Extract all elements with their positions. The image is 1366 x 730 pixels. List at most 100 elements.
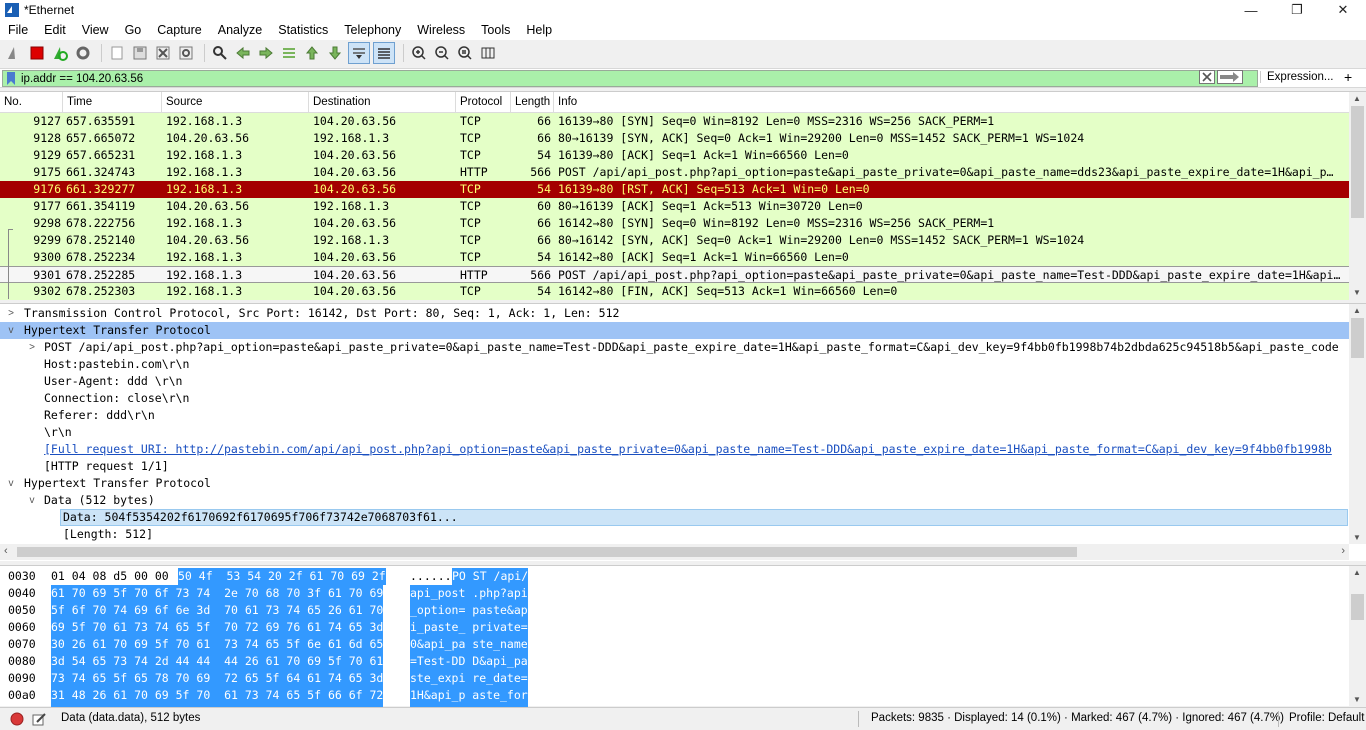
expression-button[interactable]: Expression... xyxy=(1260,71,1339,83)
go-last-icon[interactable] xyxy=(325,43,345,63)
save-file-icon[interactable] xyxy=(130,43,150,63)
tree-item-referer[interactable]: Referer: ddd\r\n xyxy=(44,407,155,424)
byte-offset[interactable]: 0070 xyxy=(8,636,36,653)
byte-offset[interactable]: 0090 xyxy=(8,670,36,687)
display-filter-input[interactable]: ip.addr == 104.20.63.56 xyxy=(2,70,1258,87)
scroll-up-icon[interactable]: ▲ xyxy=(1353,94,1361,103)
packet-row[interactable]: 9177 661.354119 104.20.63.56 192.168.1.3 TCP… xyxy=(0,198,1349,215)
chevron-right-icon[interactable]: > xyxy=(27,339,37,356)
minimize-button[interactable]: — xyxy=(1228,0,1274,20)
close-window-button[interactable]: ✕ xyxy=(1320,0,1366,20)
full-request-uri-link[interactable]: [Full request URI: http://pastebin.com/a… xyxy=(44,441,1348,458)
hex-bytes-selected[interactable]: 31 48 26 61 70 69 5f 70 61 73 74 65 5f 6… xyxy=(51,687,384,704)
bytes-scrollbar[interactable]: ▲ ▼ xyxy=(1349,566,1366,706)
ascii-bytes-selected[interactable]: =Test-DD D&api_pa xyxy=(410,653,528,670)
details-hscroll-thumb[interactable] xyxy=(17,547,1077,557)
ascii-bytes-selected[interactable]: 1H&api_p aste_for xyxy=(410,687,528,704)
shark-fin-start-icon[interactable] xyxy=(4,43,24,63)
scroll-up-icon[interactable]: ▲ xyxy=(1353,568,1361,577)
details-scroll-thumb[interactable] xyxy=(1351,318,1364,358)
hex-bytes-selected[interactable]: 73 74 65 5f 65 78 70 69 72 65 5f 64 61 7… xyxy=(51,670,384,687)
hex-bytes-selected[interactable]: 30 26 61 70 69 5f 70 61 73 74 65 5f 6e 6… xyxy=(51,636,384,653)
tree-item-tcp[interactable]: Transmission Control Protocol, Src Port:… xyxy=(24,305,619,322)
bookmark-icon[interactable] xyxy=(6,72,16,85)
scroll-left-icon[interactable]: ‹ xyxy=(4,545,8,557)
zoom-out-icon[interactable] xyxy=(432,43,452,63)
menu-capture[interactable]: Capture xyxy=(149,23,209,37)
packet-row[interactable]: 9302 678.252303 192.168.1.3 104.20.63.56 TCP… xyxy=(0,283,1349,300)
tree-item-post-request[interactable]: POST /api/api_post.php?api_option=paste&… xyxy=(44,339,1348,356)
packet-row[interactable]: 9128 657.665072 104.20.63.56 192.168.1.3 TCP… xyxy=(0,130,1349,147)
hex-bytes-selected[interactable]: 61 70 69 5f 70 6f 73 74 2e 70 68 70 3f 6… xyxy=(51,585,384,602)
tree-item-data[interactable]: Data (512 bytes) xyxy=(44,492,155,509)
packet-row[interactable]: 9298 678.222756 192.168.1.3 104.20.63.56 TCP… xyxy=(0,215,1349,232)
scroll-up-icon[interactable]: ▲ xyxy=(1353,306,1361,315)
autoscroll-icon[interactable] xyxy=(348,42,370,64)
scroll-down-icon[interactable]: ▼ xyxy=(1353,533,1361,542)
packet-row[interactable]: 9301 678.252285 192.168.1.3 104.20.63.56 HTT… xyxy=(0,266,1349,283)
byte-offset[interactable]: 0050 xyxy=(8,602,36,619)
go-first-icon[interactable] xyxy=(302,43,322,63)
byte-offset[interactable]: 0040 xyxy=(8,585,36,602)
go-forward-icon[interactable] xyxy=(256,43,276,63)
go-back-icon[interactable] xyxy=(233,43,253,63)
chevron-down-icon[interactable]: v xyxy=(27,492,37,509)
packet-list-scroll-thumb[interactable] xyxy=(1351,106,1364,218)
column-header-length[interactable]: Length xyxy=(511,92,554,112)
hex-bytes-selected[interactable]: 5f 6f 70 74 69 6f 6e 3d 70 61 73 74 65 2… xyxy=(51,602,384,619)
byte-offset[interactable]: 0030 xyxy=(8,568,36,585)
tree-item-data-value[interactable]: Data: 504f5354202f6170692f6170695f706f73… xyxy=(63,509,458,526)
packet-list-scrollbar[interactable]: ▲ ▼ xyxy=(1349,92,1366,299)
zoom-in-icon[interactable] xyxy=(409,43,429,63)
hex-bytes-selected[interactable]: 69 5f 70 61 73 74 65 5f 70 72 69 76 61 7… xyxy=(51,619,384,636)
packet-row[interactable]: 9175 661.324743 192.168.1.3 104.20.63.56 HTT… xyxy=(0,164,1349,181)
menu-view[interactable]: View xyxy=(74,23,117,37)
byte-offset[interactable]: 0080 xyxy=(8,653,36,670)
ascii-bytes-selected[interactable]: ste_expi re_date= xyxy=(410,670,528,687)
hex-bytes-selected[interactable]: 3d 54 65 73 74 2d 44 44 44 26 61 70 69 5… xyxy=(51,653,384,670)
column-header-time[interactable]: Time xyxy=(63,92,162,112)
menu-statistics[interactable]: Statistics xyxy=(270,23,336,37)
hex-bytes[interactable]: 01 04 08 d5 00 00 xyxy=(51,568,176,585)
ascii-bytes-selected[interactable]: api_post .php?api xyxy=(410,585,528,602)
details-horizontal-scrollbar[interactable]: ‹ › xyxy=(0,544,1349,560)
menu-go[interactable]: Go xyxy=(117,23,150,37)
clear-filter-icon[interactable] xyxy=(1199,70,1215,84)
hex-bytes-selected[interactable]: 50 4f 53 54 20 2f 61 70 69 2f xyxy=(178,568,386,585)
chevron-down-icon[interactable]: v xyxy=(6,475,16,492)
packet-row[interactable]: 9127 657.635591 192.168.1.3 104.20.63.56 TCP… xyxy=(0,113,1349,130)
add-filter-button[interactable]: + xyxy=(1344,69,1352,85)
maximize-button[interactable]: ❐ xyxy=(1274,0,1320,20)
chevron-right-icon[interactable]: > xyxy=(6,305,16,322)
status-profile[interactable]: Profile: Default xyxy=(1289,712,1364,724)
normal-size-icon[interactable] xyxy=(455,43,475,63)
ascii-bytes-selected[interactable]: PO ST /api/ xyxy=(452,568,529,585)
scroll-down-icon[interactable]: ▼ xyxy=(1353,288,1361,297)
open-file-icon[interactable] xyxy=(107,43,127,63)
tree-item-host[interactable]: Host:pastebin.com\r\n xyxy=(44,356,189,373)
restart-capture-icon[interactable] xyxy=(50,43,70,63)
resize-columns-icon[interactable] xyxy=(478,43,498,63)
ascii-bytes-selected[interactable]: 0&api_pa ste_name xyxy=(410,636,528,653)
tree-item-length[interactable]: [Length: 512] xyxy=(63,526,153,543)
column-header-no[interactable]: No. xyxy=(0,92,63,112)
packet-row[interactable]: 9129 657.665231 192.168.1.3 104.20.63.56 TCP… xyxy=(0,147,1349,164)
stop-capture-icon[interactable] xyxy=(27,43,47,63)
chevron-down-icon[interactable]: v xyxy=(6,322,16,339)
tree-item-http-request-count[interactable]: [HTTP request 1/1] xyxy=(44,458,169,475)
edit-comment-icon[interactable] xyxy=(32,712,46,726)
ascii-bytes-selected[interactable]: _option= paste&ap xyxy=(410,602,528,619)
byte-offset[interactable]: 00a0 xyxy=(8,687,36,704)
find-packet-icon[interactable] xyxy=(210,43,230,63)
tree-item-user-agent[interactable]: User-Agent: ddd \r\n xyxy=(44,373,182,390)
bytes-scroll-thumb[interactable] xyxy=(1351,594,1364,620)
tree-item-http-2[interactable]: Hypertext Transfer Protocol xyxy=(24,475,211,492)
byte-offset[interactable]: 0060 xyxy=(8,619,36,636)
scroll-down-icon[interactable]: ▼ xyxy=(1353,695,1361,704)
column-header-protocol[interactable]: Protocol xyxy=(456,92,511,112)
reload-icon[interactable] xyxy=(176,43,196,63)
apply-filter-arrow-icon[interactable] xyxy=(1217,70,1243,84)
ascii-bytes-selected[interactable]: i_paste_ private= xyxy=(410,619,528,636)
go-to-packet-icon[interactable] xyxy=(279,43,299,63)
ascii-bytes[interactable]: ...... xyxy=(410,568,452,585)
